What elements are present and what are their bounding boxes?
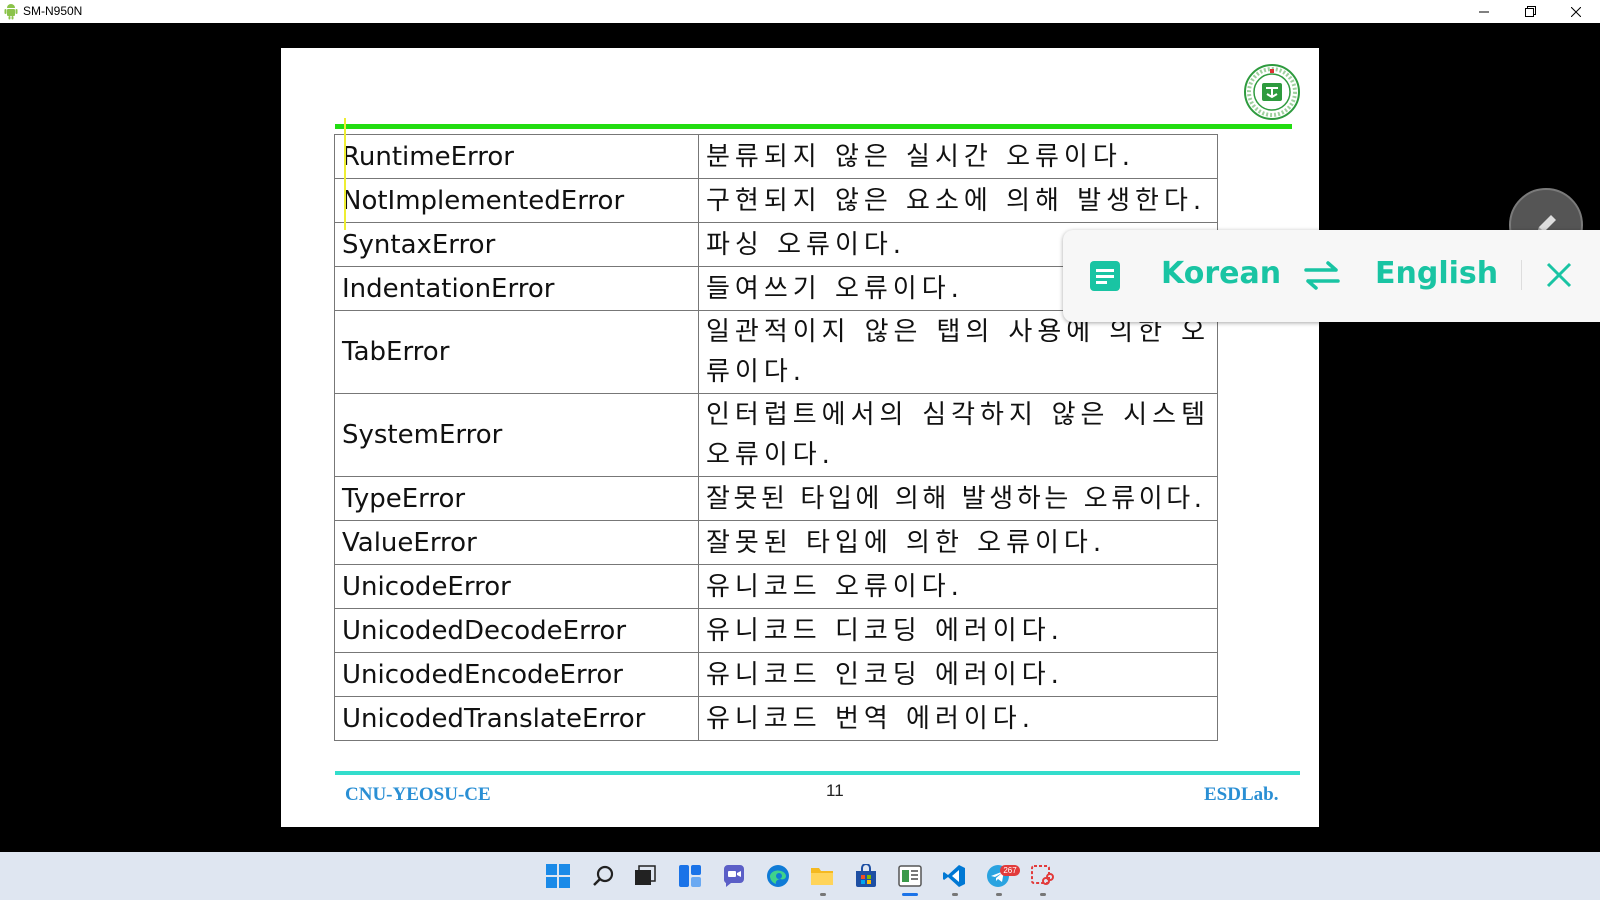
footer-lab: ESDLab. (1204, 784, 1279, 805)
error-name: UnicodeError (334, 564, 699, 609)
table-row: NotImplementedError 구현되지 않은 요소에 의해 발생한다. (334, 178, 1218, 223)
file-explorer-icon (811, 868, 833, 885)
table-row: TypeError 잘못된 타입에 의해 발생하는 오류이다. (334, 476, 1218, 521)
error-description: 잘못된 타입에 의한 오류이다. (698, 520, 1218, 565)
running-indicator (820, 893, 826, 896)
search-icon (593, 865, 614, 886)
running-indicator (952, 893, 958, 896)
text-cursor-highlight (344, 118, 346, 230)
minimize-button[interactable] (1461, 0, 1507, 23)
error-name: SyntaxError (334, 222, 699, 267)
table-row: TabError 일관적이지 않은 탭의 사용에 의한 오류이다. (334, 310, 1218, 394)
error-description: 일관적이지 않은 탭의 사용에 의한 오류이다. (698, 310, 1218, 394)
table-row: RuntimeError 분류되지 않은 실시간 오류이다. (334, 134, 1218, 179)
phone-mirror-icon (898, 865, 922, 887)
error-description: 유니코드 디코딩 에러이다. (698, 608, 1218, 653)
snipping-tool-button[interactable] (1028, 862, 1056, 890)
file-explorer-button[interactable] (808, 862, 836, 890)
university-seal-logo (1244, 64, 1300, 120)
edge-icon (767, 865, 789, 887)
footer-page-number: 11 (826, 781, 844, 800)
start-button[interactable] (544, 862, 572, 890)
table-row: UnicodeError 유니코드 오류이다. (334, 564, 1218, 609)
divider (1521, 260, 1522, 290)
error-name: RuntimeError (334, 134, 699, 179)
table-row: UnicodedDecodeError 유니코드 디코딩 에러이다. (334, 608, 1218, 653)
running-indicator (996, 893, 1002, 896)
error-description: 유니코드 인코딩 에러이다. (698, 652, 1218, 697)
table-row: UnicodedTranslateError 유니코드 번역 에러이다. (334, 696, 1218, 741)
slide-footer-line (335, 771, 1300, 775)
task-view-button[interactable] (631, 862, 659, 890)
vscode-button[interactable] (940, 862, 968, 890)
widgets-button[interactable] (676, 862, 704, 890)
snipping-tool-icon (1031, 865, 1054, 885)
running-indicator (1040, 893, 1046, 896)
android-icon (4, 4, 18, 20)
chat-button[interactable] (720, 862, 748, 890)
table-row: ValueError 잘못된 타입에 의한 오류이다. (334, 520, 1218, 565)
error-name: ValueError (334, 520, 699, 565)
error-description: 유니코드 오류이다. (698, 564, 1218, 609)
store-icon (856, 864, 876, 887)
translate-bar: Korean English (1063, 230, 1600, 322)
close-icon (1571, 6, 1581, 17)
minimize-icon (1479, 11, 1489, 12)
slide-header-line (335, 124, 1292, 129)
error-table: RuntimeError 분류되지 않은 실시간 오류이다. NotImplem… (334, 134, 1218, 741)
widgets-icon (679, 865, 701, 887)
phone-mirror-button[interactable] (896, 862, 924, 890)
search-button[interactable] (589, 862, 617, 890)
swap-icon[interactable] (1302, 260, 1342, 290)
restore-icon (1524, 6, 1536, 17)
error-name: IndentationError (334, 266, 699, 311)
notification-badge: 267 (1000, 865, 1020, 876)
source-language-button[interactable]: Korean (1161, 256, 1281, 291)
error-name: UnicodedEncodeError (334, 652, 699, 697)
restore-button[interactable] (1507, 0, 1553, 23)
error-name: TabError (334, 310, 699, 394)
active-app-indicator (902, 893, 918, 896)
vscode-icon (943, 865, 965, 887)
error-description: 인터럽트에서의 심각하지 않은 시스템 오류이다. (698, 393, 1218, 477)
error-description: 유니코드 번역 에러이다. (698, 696, 1218, 741)
error-description: 잘못된 타입에 의해 발생하는 오류이다. (698, 476, 1218, 521)
error-name: SystemError (334, 393, 699, 477)
error-description: 분류되지 않은 실시간 오류이다. (698, 134, 1218, 179)
taskbar (0, 852, 1600, 900)
table-row: UnicodedEncodeError 유니코드 인코딩 에러이다. (334, 652, 1218, 697)
edge-browser-button[interactable] (764, 862, 792, 890)
document-icon[interactable] (1089, 260, 1121, 292)
error-name: NotImplementedError (334, 178, 699, 223)
close-window-button[interactable] (1553, 0, 1599, 23)
error-name: UnicodedDecodeError (334, 608, 699, 653)
store-button[interactable] (852, 862, 880, 890)
chat-icon (724, 865, 744, 887)
window-title-bar: SM-N950N (0, 0, 1600, 23)
error-name: TypeError (334, 476, 699, 521)
error-description: 구현되지 않은 요소에 의해 발생한다. (698, 178, 1218, 223)
task-view-icon (635, 865, 656, 885)
target-language-button[interactable]: English (1375, 256, 1498, 291)
error-name: UnicodedTranslateError (334, 696, 699, 741)
footer-department: CNU-YEOSU-CE (345, 784, 491, 805)
window-title: SM-N950N (23, 4, 83, 18)
close-icon[interactable] (1545, 261, 1573, 289)
start-icon (546, 864, 570, 888)
table-row: SystemError 인터럽트에서의 심각하지 않은 시스템 오류이다. (334, 393, 1218, 477)
